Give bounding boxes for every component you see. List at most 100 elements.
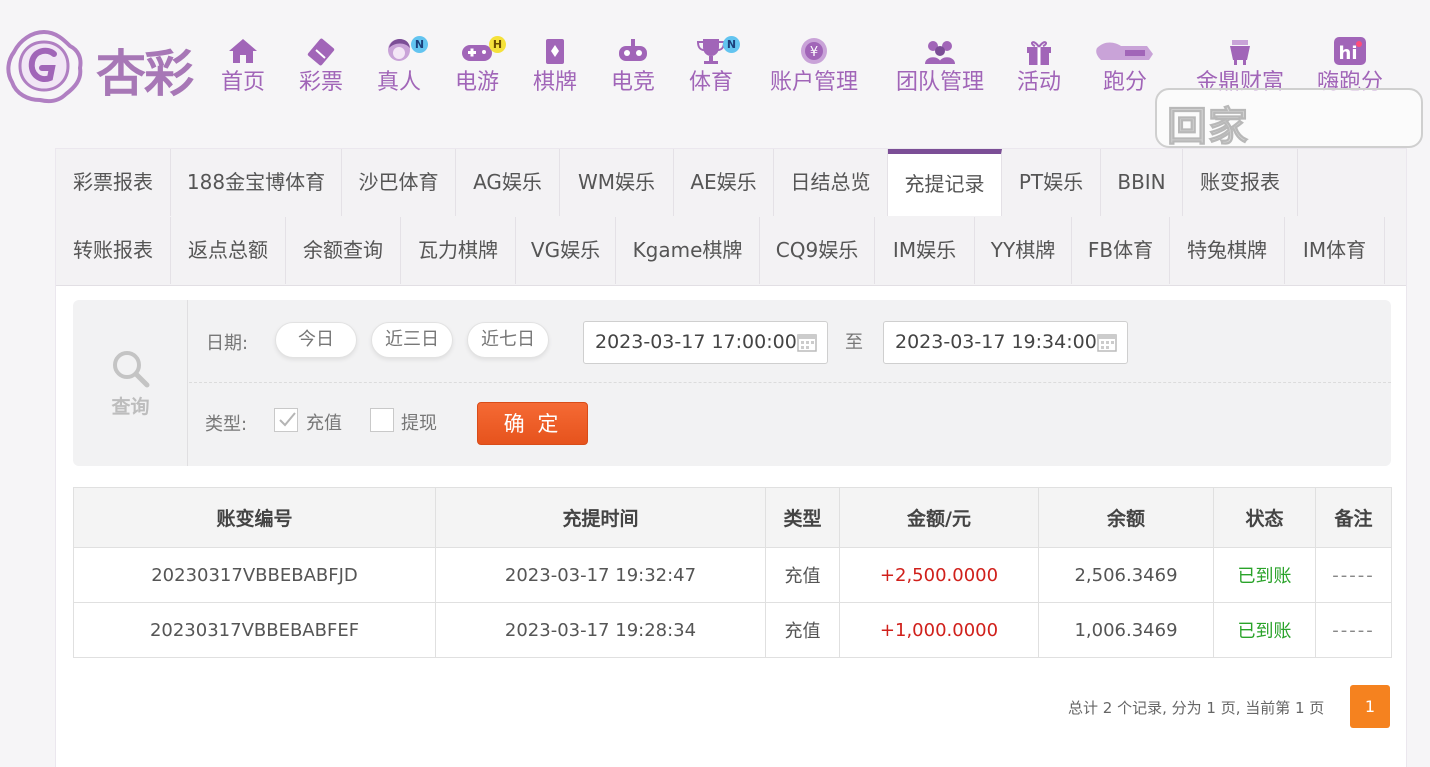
last-3-days-button[interactable]: 近三日 — [371, 322, 453, 358]
table-row: 20230317VBBEBABFEF 2023-03-17 19:28:34 充… — [73, 602, 1392, 658]
tab-im[interactable]: IM娱乐 — [875, 217, 975, 284]
query-label: 查询 — [111, 396, 150, 418]
nav-team[interactable]: 团队管理 — [892, 34, 988, 100]
table-row: 20230317VBBEBABFJD 2023-03-17 19:32:47 充… — [73, 547, 1392, 603]
tab-wali-chess[interactable]: 瓦力棋牌 — [401, 217, 516, 284]
tab-cq9[interactable]: CQ9娱乐 — [760, 217, 875, 284]
col-time: 充提时间 — [435, 487, 766, 548]
cell-amount: +2,500.0000 — [839, 547, 1039, 603]
today-button[interactable]: 今日 — [275, 322, 357, 358]
tab-saba-sports[interactable]: 沙巴体育 — [342, 149, 456, 216]
withdraw-checkbox[interactable] — [370, 408, 394, 432]
tab-ae[interactable]: AE娱乐 — [674, 149, 774, 216]
team-icon — [925, 41, 955, 64]
tab-rebate-total[interactable]: 返点总额 — [171, 217, 286, 284]
query-filter: 查询 日期: 今日 近三日 近七日 2023-03-17 17:00:00 至 … — [73, 300, 1391, 466]
type-row: 类型: 充值 提现 确 定 — [189, 384, 1391, 466]
nav-label: 电竞 — [610, 70, 655, 95]
tab-ag[interactable]: AG娱乐 — [456, 149, 560, 216]
tab-vg[interactable]: VG娱乐 — [516, 217, 616, 284]
tab-bbin[interactable]: BBIN — [1101, 149, 1183, 216]
nav-label: 活动 — [1016, 70, 1061, 95]
end-date-input[interactable]: 2023-03-17 19:34:00 — [883, 321, 1128, 364]
page-button-1[interactable]: 1 — [1350, 685, 1390, 728]
nav-label: 体育 — [688, 70, 733, 95]
last-7-days-button[interactable]: 近七日 — [467, 322, 549, 358]
new-badge: N — [723, 36, 740, 53]
tab-yy-chess[interactable]: YY棋牌 — [975, 217, 1072, 284]
report-panel: 彩票报表 188金宝博体育 沙巴体育 AG娱乐 WM娱乐 AE娱乐 日结总览 充… — [55, 148, 1407, 767]
brand-logo[interactable]: 杏彩 — [4, 26, 209, 106]
nav-esports[interactable]: 电竞 — [610, 34, 656, 100]
nav-label: 首页 — [220, 70, 265, 95]
nav-sports[interactable]: N 体育 — [688, 34, 740, 100]
nav-label: 电游 — [454, 70, 499, 95]
nav-home[interactable]: 首页 — [220, 34, 266, 100]
tab-balance-query[interactable]: 余额查询 — [286, 217, 401, 284]
report-tabs: 彩票报表 188金宝博体育 沙巴体育 AG娱乐 WM娱乐 AE娱乐 日结总览 充… — [56, 149, 1406, 286]
records-table: 账变编号 充提时间 类型 金额/元 余额 状态 备注 20230317VBBEB… — [73, 487, 1392, 658]
brand-name: 杏彩 — [96, 44, 194, 103]
tab-daily-overview[interactable]: 日结总览 — [774, 149, 888, 216]
ticket-icon — [307, 38, 335, 66]
nav-lottery[interactable]: 彩票 — [298, 34, 344, 100]
nav-activity[interactable]: 活动 — [1016, 34, 1062, 100]
tab-lottery-report[interactable]: 彩票报表 — [56, 149, 171, 216]
tab-kgame[interactable]: Kgame棋牌 — [616, 217, 760, 284]
cell-record-id: 20230317VBBEBABFEF — [73, 602, 436, 658]
svg-text:hi: hi — [1339, 43, 1358, 64]
cell-balance: 2,506.3469 — [1038, 547, 1214, 603]
col-type: 类型 — [765, 487, 840, 548]
tab-transfer-report[interactable]: 转账报表 — [56, 217, 171, 284]
cell-balance: 1,006.3469 — [1038, 602, 1214, 658]
cell-type: 充值 — [765, 547, 840, 603]
cell-time: 2023-03-17 19:28:34 — [435, 602, 766, 658]
wealth-icon — [1230, 40, 1250, 65]
svg-text:¥: ¥ — [810, 45, 818, 60]
tab-deposit-withdraw[interactable]: 充提记录 — [888, 149, 1002, 216]
tab-im-sports[interactable]: IM体育 — [1285, 217, 1385, 284]
new-badge: N — [411, 36, 428, 53]
start-date-value: 2023-03-17 17:00:00 — [595, 331, 797, 353]
tab-fb-sports[interactable]: FB体育 — [1072, 217, 1170, 284]
confirm-button[interactable]: 确 定 — [477, 402, 588, 445]
nav-account[interactable]: ¥ 账户管理 — [766, 34, 862, 100]
tab-wm[interactable]: WM娱乐 — [560, 149, 674, 216]
col-note: 备注 — [1315, 487, 1392, 548]
logo-mark-icon — [6, 29, 83, 104]
end-date-value: 2023-03-17 19:34:00 — [895, 331, 1097, 353]
pagination-summary: 总计 2 个记录, 分为 1 页, 当前第 1 页 — [1068, 699, 1325, 717]
tab-balance-change[interactable]: 账变报表 — [1183, 149, 1298, 216]
col-record-id: 账变编号 — [73, 487, 436, 548]
cell-note: ----- — [1315, 547, 1392, 603]
col-status: 状态 — [1213, 487, 1316, 548]
nav-label: 账户管理 — [769, 70, 858, 95]
gift-icon — [1027, 41, 1051, 65]
nav-label: 团队管理 — [895, 70, 984, 95]
nav-label: 棋牌 — [532, 70, 577, 95]
date-range-separator: 至 — [845, 332, 863, 353]
cell-status: 已到账 — [1213, 547, 1316, 603]
cell-note: ----- — [1315, 602, 1392, 658]
hot-badge: H — [489, 36, 506, 53]
col-balance: 余额 — [1038, 487, 1214, 548]
calendar-icon — [1097, 334, 1117, 352]
nav-live[interactable]: N 真人 — [376, 34, 428, 100]
deposit-checkbox[interactable] — [274, 408, 298, 432]
deposit-label: 充值 — [306, 413, 342, 434]
start-date-input[interactable]: 2023-03-17 17:00:00 — [583, 321, 828, 364]
table-header-row: 账变编号 充提时间 类型 金额/元 余额 状态 备注 — [73, 487, 1392, 548]
nav-chess[interactable]: 棋牌 — [532, 34, 578, 100]
query-side: 查询 — [73, 300, 188, 466]
cell-status: 已到账 — [1213, 602, 1316, 658]
running-score-icon — [1096, 42, 1153, 60]
tab-188-sports[interactable]: 188金宝博体育 — [171, 149, 342, 216]
search-icon — [113, 351, 150, 388]
cards-icon — [546, 39, 564, 64]
nav-running-score[interactable]: 跑分 — [1094, 34, 1156, 100]
tab-pt[interactable]: PT娱乐 — [1002, 149, 1101, 216]
checkmark-icon — [279, 412, 296, 427]
nav-egame[interactable]: H 电游 — [454, 34, 506, 100]
tab-tetu-chess[interactable]: 特兔棋牌 — [1170, 217, 1285, 284]
account-coin-icon: ¥ — [801, 38, 827, 64]
